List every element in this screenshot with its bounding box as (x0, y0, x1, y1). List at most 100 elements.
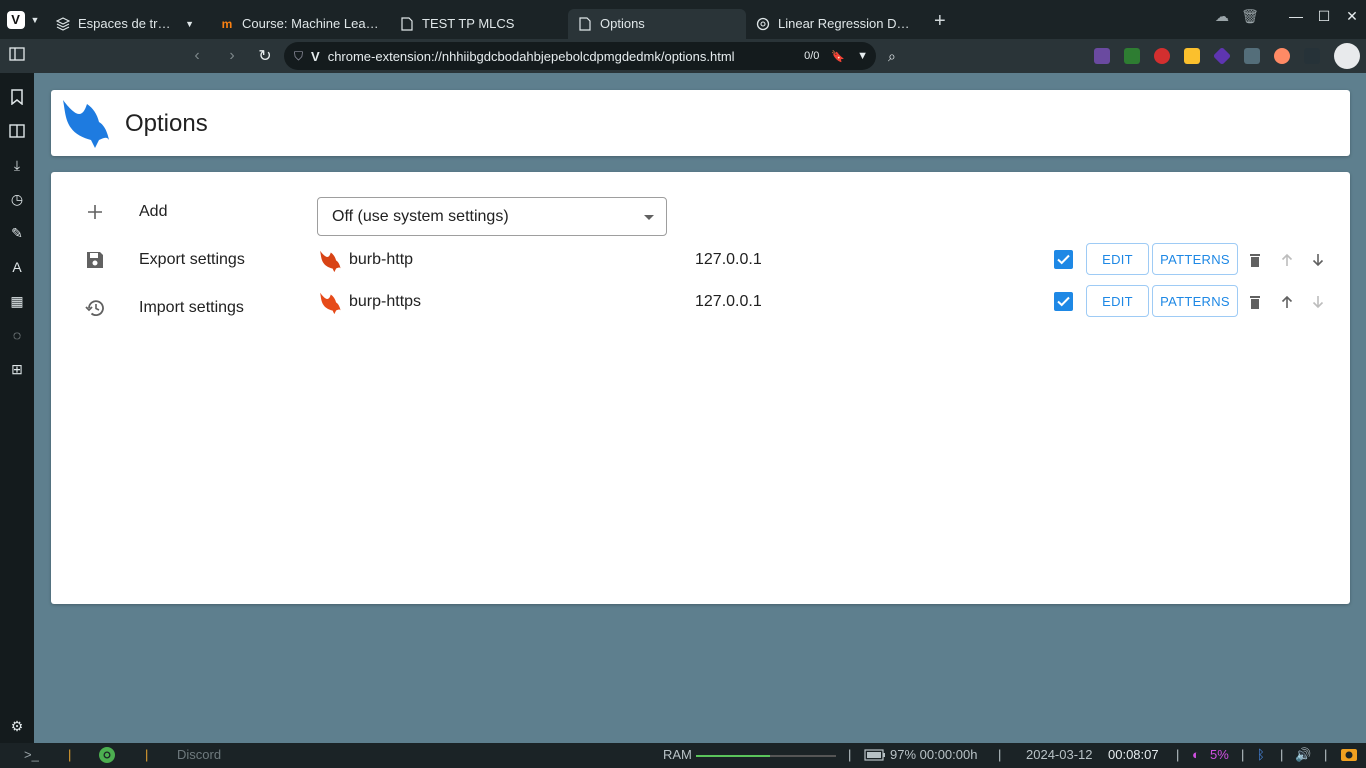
extension-8-icon[interactable] (1304, 48, 1320, 64)
bookmark-icon[interactable]: 🔖 (831, 50, 845, 63)
extension-1-icon[interactable] (1094, 48, 1110, 64)
chat-icon[interactable]: ◌ (8, 326, 26, 344)
taskbar-app-discord[interactable]: Discord (177, 747, 221, 762)
add-panel-icon[interactable]: ⊞ (8, 360, 26, 378)
foxyproxy-logo-icon (57, 96, 109, 155)
edit-button[interactable]: EDIT (1086, 243, 1149, 275)
history-icon[interactable]: ◷ (8, 190, 26, 208)
extension-5-icon[interactable] (1212, 46, 1232, 66)
cpu-usage: 5% (1210, 747, 1229, 762)
move-up-icon[interactable] (1277, 292, 1297, 312)
translate-icon[interactable]: A (8, 258, 26, 276)
url-text: chrome-extension://nhhiibgdcbodahbjepebo… (327, 48, 735, 64)
page-content: Options Add Export settings Import setti… (34, 73, 1366, 743)
volume-icon[interactable]: 🔊 (1295, 747, 1311, 763)
ram-meter-fill (696, 755, 771, 757)
screenshot-icon[interactable] (1340, 746, 1358, 765)
proxy-enabled-checkbox[interactable] (1054, 292, 1073, 311)
tab-label: Linear Regression Data ... (778, 16, 914, 31)
maximize-button[interactable]: ☐ (1310, 8, 1338, 25)
menu-export-label: Export settings (139, 251, 245, 268)
delete-icon[interactable] (1245, 292, 1265, 312)
vivaldi-menu-button[interactable]: V ▼ (0, 0, 46, 39)
vivaldi-logo-icon: V (6, 10, 25, 29)
search-icon[interactable]: ⌕ (888, 48, 896, 65)
tab-workspaces[interactable]: Espaces de trav... ▼ (46, 9, 204, 39)
move-up-icon[interactable] (1277, 250, 1297, 270)
bluetooth-icon[interactable]: ᛒ (1257, 747, 1265, 762)
proxy-name: burb-http (349, 251, 414, 268)
page-title: Options (125, 110, 208, 137)
save-icon (85, 250, 105, 270)
shield-icon[interactable]: ⛉ (294, 49, 303, 64)
proxy-host: 127.0.0.1 (695, 293, 762, 310)
date: 2024-03-12 (1026, 747, 1093, 762)
reload-button[interactable]: ↻ (248, 46, 282, 66)
downloads-icon[interactable]: ⤓ (8, 156, 26, 174)
tab-label: Espaces de trav... (78, 16, 174, 31)
window-controls: ☁ 🗑 — ☐ ✕ (1208, 0, 1366, 32)
close-button[interactable]: ✕ (1338, 8, 1366, 25)
tab-test-tp[interactable]: TEST TP MLCS (390, 9, 568, 39)
patterns-button[interactable]: PATTERNS (1152, 243, 1238, 275)
separator: | (145, 747, 149, 762)
battery-status: 97% 00:00:00h (890, 747, 978, 762)
proxy-mode-select[interactable]: Off (use system settings) (317, 197, 667, 236)
proxy-row: burp-https 127.0.0.1 EDIT PATTERNS (317, 284, 1330, 320)
back-button[interactable]: ‹ (180, 47, 214, 65)
extension-6-icon[interactable] (1244, 48, 1260, 64)
reading-list-icon[interactable] (8, 122, 26, 140)
move-down-icon[interactable] (1308, 292, 1328, 312)
tab-bar: V ▼ Espaces de trav... ▼ m Course: Machi… (0, 0, 1366, 39)
chrome-icon[interactable] (98, 746, 116, 767)
side-panel: ⤓ ◷ ✎ A ▦ ◌ ⊞ ⚙ (0, 73, 34, 743)
cpu-icon: ◐ (1192, 747, 1200, 762)
notes-icon[interactable]: ✎ (8, 224, 26, 242)
extension-4-icon[interactable] (1184, 48, 1200, 64)
menu-export-settings[interactable]: Export settings (85, 240, 245, 280)
edit-button[interactable]: EDIT (1086, 285, 1149, 317)
bookmarks-icon[interactable] (8, 88, 26, 106)
tab-label: Course: Machine Learni... (242, 16, 380, 31)
chevron-down-icon: ▼ (185, 18, 194, 29)
avatar[interactable] (1334, 43, 1360, 69)
delete-icon[interactable] (1245, 250, 1265, 270)
tab-course[interactable]: m Course: Machine Learni... (210, 9, 390, 39)
tab-options[interactable]: Options (568, 8, 746, 39)
separator: | (68, 747, 72, 762)
forward-button[interactable]: › (215, 47, 249, 65)
clock: 00:08:07 (1108, 747, 1159, 762)
extension-2-icon[interactable] (1124, 48, 1140, 64)
tab-linear-regression[interactable]: Linear Regression Data ... (746, 9, 924, 39)
trash-icon[interactable]: 🗑 (1236, 8, 1264, 25)
menu-import-settings[interactable]: Import settings (85, 288, 244, 328)
extension-7-icon[interactable] (1274, 48, 1290, 64)
chevron-down-icon: ▼ (30, 14, 40, 25)
vivaldi-site-icon: V (311, 48, 320, 64)
new-tab-button[interactable]: + (924, 10, 956, 33)
proxy-color-icon (317, 291, 341, 320)
menu-add[interactable]: Add (85, 192, 167, 232)
move-down-icon[interactable] (1308, 250, 1328, 270)
proxy-row: burb-http 127.0.0.1 EDIT PATTERNS (317, 242, 1330, 278)
panel-toggle-icon[interactable] (0, 46, 34, 66)
options-card: Add Export settings Import settings Off … (51, 172, 1350, 604)
patterns-button[interactable]: PATTERNS (1152, 285, 1238, 317)
calendar-icon[interactable]: ▦ (8, 292, 26, 310)
ram-label: RAM (663, 747, 692, 762)
minimize-button[interactable]: — (1282, 8, 1310, 24)
proxy-enabled-checkbox[interactable] (1054, 250, 1073, 269)
terminal-icon[interactable]: >_ (24, 747, 39, 762)
find-count: 0/0 (804, 50, 820, 62)
proxy-mode-value: Off (use system settings) (332, 207, 509, 225)
chevron-down-icon[interactable]: ▼ (857, 50, 868, 62)
caret-down-icon (644, 215, 654, 220)
separator: | (1241, 747, 1245, 762)
doc-icon (578, 16, 592, 31)
url-field[interactable]: ⛉ V chrome-extension://nhhiibgdcbodahbje… (284, 42, 876, 70)
cloud-icon[interactable]: ☁ (1208, 8, 1236, 25)
extension-3-icon[interactable] (1154, 48, 1170, 64)
menu-import-label: Import settings (139, 299, 244, 316)
gear-icon[interactable]: ⚙ (8, 717, 26, 735)
tab-label: Options (600, 16, 645, 31)
